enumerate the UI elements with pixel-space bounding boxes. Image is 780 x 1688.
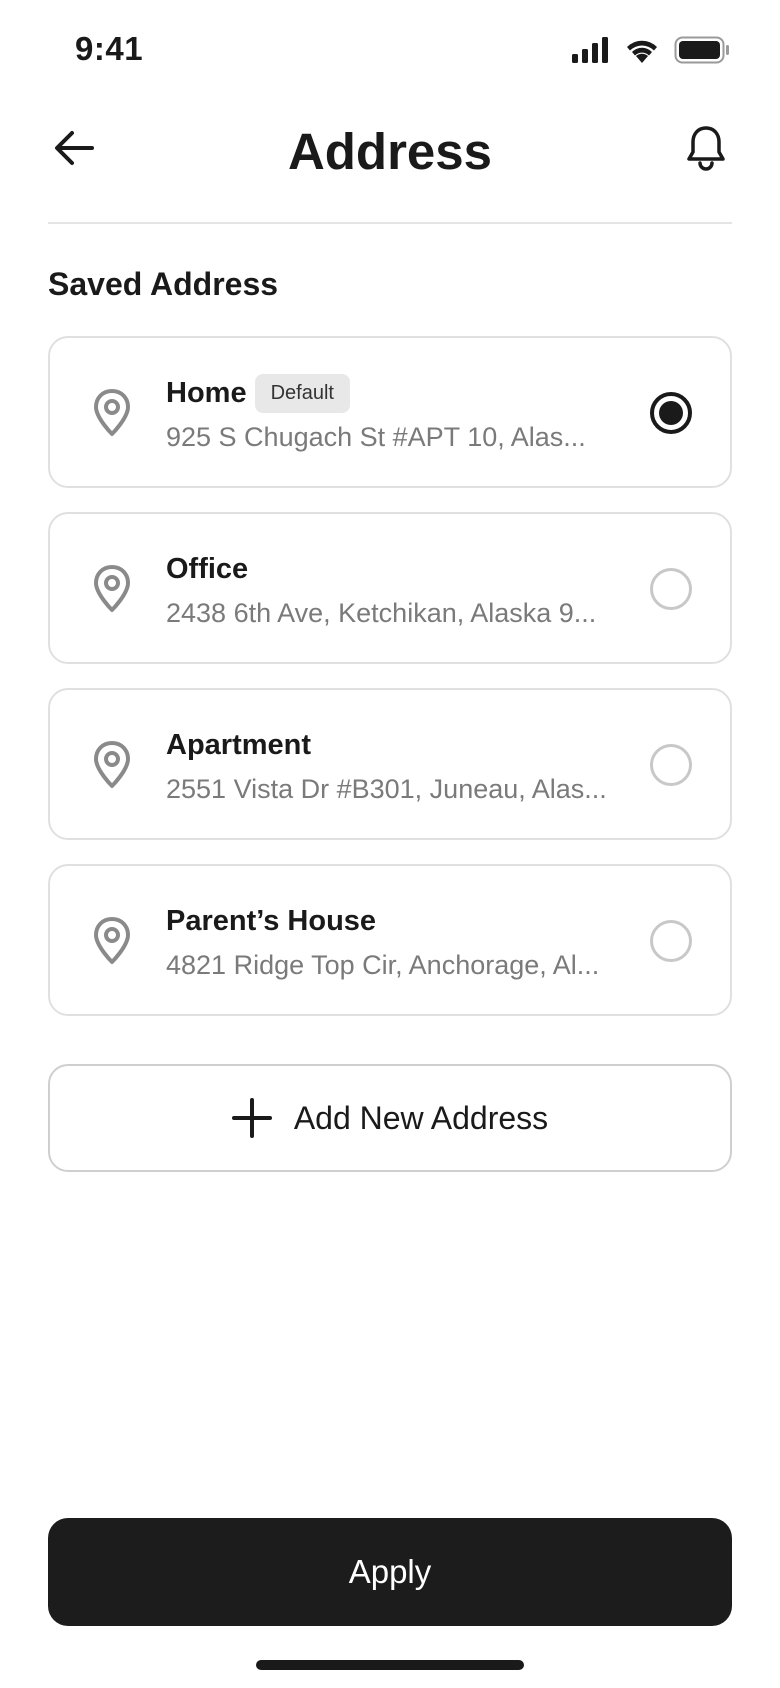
location-pin-icon [94, 917, 130, 964]
address-line: 2438 6th Ave, Ketchikan, Alaska 9... [166, 598, 597, 628]
notification-button[interactable] [680, 120, 732, 176]
add-new-address-label: Add New Address [293, 1099, 549, 1136]
add-new-address-button[interactable]: Add New Address [48, 1064, 732, 1172]
address-line: 2551 Vista Dr #B301, Juneau, Alas... [166, 774, 607, 804]
page-title: Address [287, 123, 493, 180]
address-label: Apartment [166, 728, 312, 761]
apply-label: Apply [348, 1553, 432, 1590]
address-list: Home Default 925 S Chugach St #APT 10, A… [48, 336, 732, 1040]
section-title: Saved Address [48, 266, 279, 302]
address-card-text: Office 2438 6th Ave, Ketchikan, Alaska 9… [166, 548, 610, 629]
location-pin-icon [94, 389, 130, 436]
header: Address [0, 100, 780, 224]
battery-icon [674, 36, 729, 64]
plus-icon [231, 1098, 272, 1138]
address-label-row: Home Default [166, 372, 610, 414]
radio-unselected[interactable] [650, 744, 692, 786]
address-card-home[interactable]: Home Default 925 S Chugach St #APT 10, A… [48, 336, 732, 488]
default-badge: Default [254, 373, 350, 413]
address-card-parents-house[interactable]: Parent’s House 4821 Ridge Top Cir, Ancho… [48, 864, 732, 1016]
wifi-icon [627, 40, 657, 63]
address-card-apartment[interactable]: Apartment 2551 Vista Dr #B301, Juneau, A… [48, 688, 732, 840]
address-label: Home [166, 376, 247, 409]
address-label: Parent’s House [166, 904, 377, 937]
location-pin-icon [94, 741, 130, 788]
cellular-signal-icon [572, 37, 608, 63]
apply-button[interactable]: Apply [48, 1518, 732, 1626]
home-indicator [256, 1660, 524, 1670]
radio-unselected[interactable] [650, 920, 692, 962]
header-divider [48, 222, 732, 224]
radio-selected[interactable] [650, 392, 692, 434]
status-icons [572, 36, 730, 64]
address-card-text: Parent’s House 4821 Ridge Top Cir, Ancho… [166, 900, 610, 981]
address-card-office[interactable]: Office 2438 6th Ave, Ketchikan, Alaska 9… [48, 512, 732, 664]
address-label-row: Parent’s House [166, 900, 610, 942]
address-label: Office [166, 552, 249, 585]
radio-unselected[interactable] [650, 568, 692, 610]
address-label-row: Apartment [166, 724, 610, 766]
address-card-text: Apartment 2551 Vista Dr #B301, Juneau, A… [166, 724, 610, 805]
bell-icon [687, 126, 725, 171]
status-bar: 9:41 [0, 0, 780, 100]
address-line: 925 S Chugach St #APT 10, Alas... [166, 422, 586, 452]
status-time: 9:41 [75, 30, 144, 67]
address-line: 4821 Ridge Top Cir, Anchorage, Al... [166, 950, 600, 980]
address-label-row: Office [166, 548, 610, 590]
address-screen: 9:41 Address Saved Address Home Default … [0, 0, 780, 1688]
address-card-text: Home Default 925 S Chugach St #APT 10, A… [166, 372, 610, 453]
location-pin-icon [94, 565, 130, 612]
